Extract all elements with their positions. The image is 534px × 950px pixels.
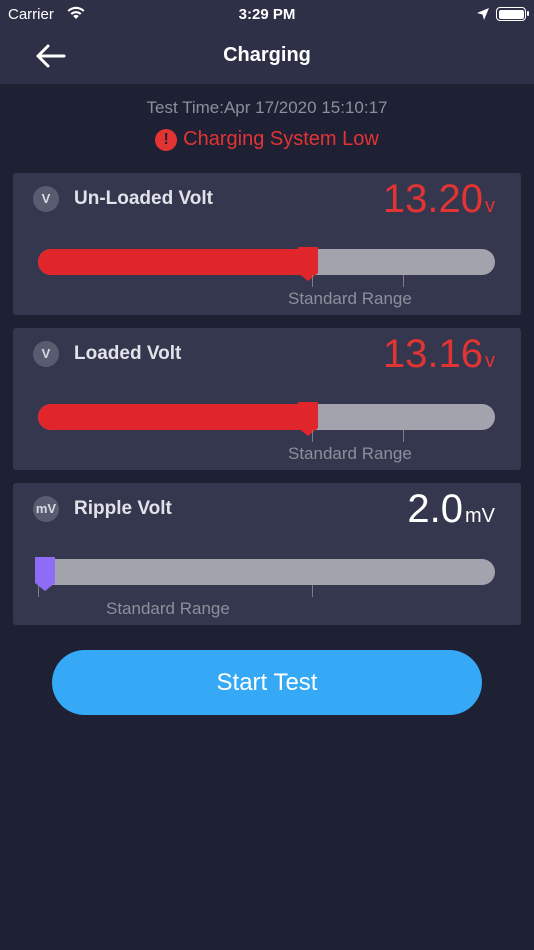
range-bar-fill <box>38 404 308 430</box>
range-tick <box>403 430 404 442</box>
location-arrow-icon <box>477 8 489 20</box>
status-alert: ! Charging System Low <box>0 128 534 151</box>
card-value: 13.16 v <box>383 332 495 377</box>
value-unit: v <box>485 195 495 217</box>
nav-bar: Charging <box>0 30 534 84</box>
range-tick <box>403 275 404 287</box>
range-tick <box>312 430 313 442</box>
battery-icon <box>496 7 529 21</box>
millivolt-icon: mV <box>33 496 59 522</box>
standard-range-label: Standard Range <box>288 444 412 463</box>
value-number: 2.0 <box>407 487 463 531</box>
alert-icon: ! <box>155 129 178 151</box>
card-label: Ripple Volt <box>74 498 172 519</box>
card-value: 2.0 mV <box>407 487 495 532</box>
alert-text: Charging System Low <box>183 128 379 150</box>
range-tick <box>312 585 313 597</box>
card-label: Un-Loaded Volt <box>74 188 213 209</box>
clock: 3:29 PM <box>238 6 296 23</box>
value-marker-icon <box>298 247 318 281</box>
start-test-button[interactable]: Start Test <box>52 650 482 715</box>
value-unit: v <box>485 350 495 372</box>
value-number: 13.16 <box>382 332 483 376</box>
range-tick <box>38 585 39 597</box>
range-bar <box>35 557 495 597</box>
range-bar-fill <box>38 249 308 275</box>
ripple-volt-card: mV Ripple Volt 2.0 mV Standard Range <box>13 483 521 625</box>
range-bar <box>38 247 495 287</box>
standard-range-label: Standard Range <box>106 599 230 618</box>
range-tick <box>312 275 313 287</box>
value-number: 13.20 <box>382 177 483 221</box>
value-unit: mV <box>465 505 495 527</box>
value-marker-icon <box>298 402 318 436</box>
unloaded-volt-card: V Un-Loaded Volt 13.20 v Standard Range <box>13 173 521 315</box>
status-bar: Carrier 3:29 PM <box>0 0 534 30</box>
card-value: 13.20 v <box>383 177 495 222</box>
standard-range-label: Standard Range <box>288 289 412 308</box>
range-bar <box>38 402 495 442</box>
card-label: Loaded Volt <box>74 343 182 364</box>
loaded-volt-card: V Loaded Volt 13.16 v Standard Range <box>13 328 521 470</box>
volt-icon: V <box>33 341 59 367</box>
test-time: Test Time:Apr 17/2020 15:10:17 <box>146 98 388 117</box>
page-title: Charging <box>223 44 311 66</box>
volt-icon: V <box>33 186 59 212</box>
